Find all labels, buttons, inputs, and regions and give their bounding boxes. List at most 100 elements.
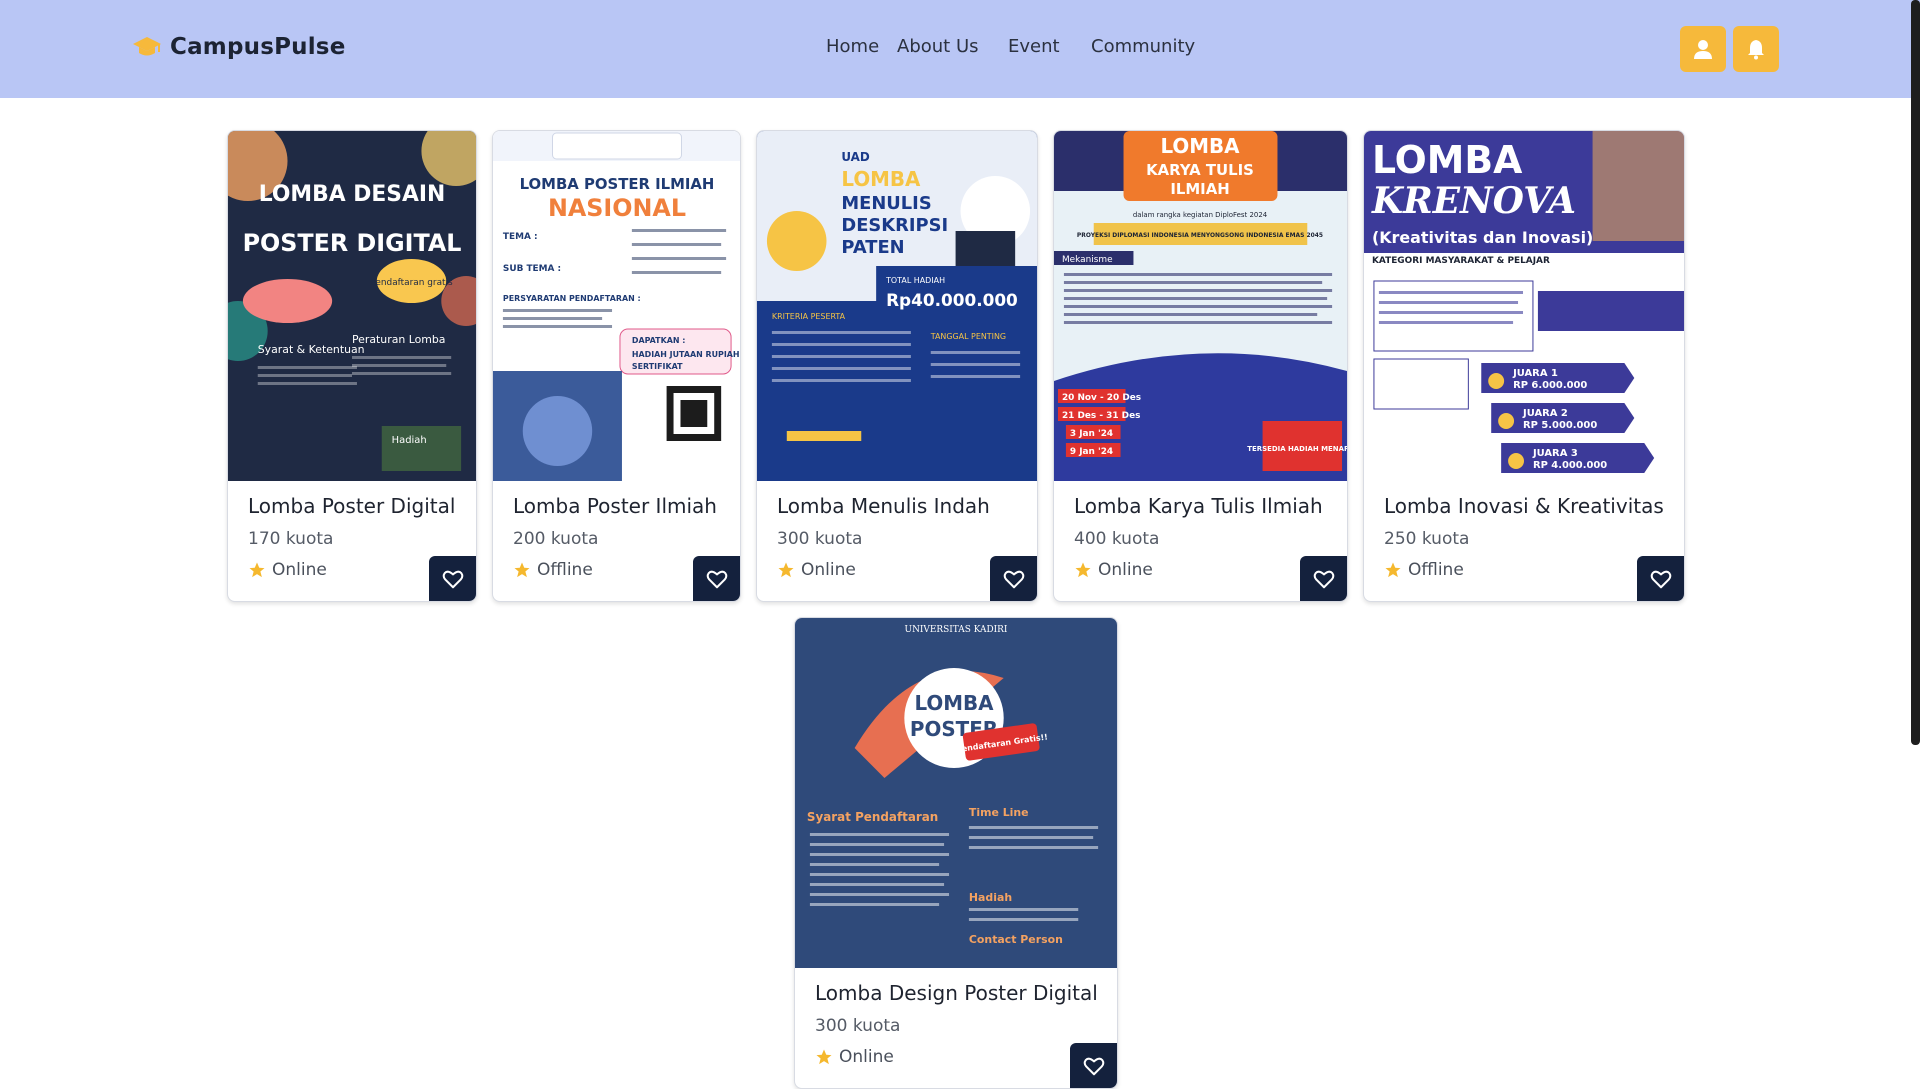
svg-text:RP 6.000.000: RP 6.000.000: [1513, 380, 1587, 391]
heart-icon: [1003, 570, 1025, 589]
card-mode: Online: [777, 560, 856, 580]
favorite-button[interactable]: [1637, 556, 1684, 601]
heart-icon: [706, 570, 728, 589]
svg-text:UAD: UAD: [841, 150, 869, 164]
svg-text:RP 4.000.000: RP 4.000.000: [1533, 460, 1607, 471]
svg-text:Syarat Pendaftaran: Syarat Pendaftaran: [807, 810, 938, 824]
event-card[interactable]: UNIVERSITAS KADIRI LOMBA POSTER Pendafta…: [794, 617, 1118, 1089]
graduation-cap-icon: [133, 37, 161, 56]
event-card[interactable]: LOMBA DESAIN POSTER DIGITAL Pendaftaran …: [227, 130, 477, 602]
svg-text:KRENOVA: KRENOVA: [1371, 180, 1576, 222]
star-icon: [778, 562, 794, 578]
event-card[interactable]: LOMBA POSTER ILMIAH NASIONAL TEMA : SUB …: [492, 130, 741, 602]
heart-icon: [1313, 570, 1335, 589]
svg-text:HADIAH JUTAAN RUPIAH: HADIAH JUTAAN RUPIAH: [632, 350, 740, 359]
svg-text:MENULIS: MENULIS: [841, 193, 931, 214]
event-card[interactable]: LOMBA KARYA TULIS ILMIAH dalam rangka ke…: [1053, 130, 1348, 602]
nav-link-event[interactable]: Event: [1008, 36, 1060, 57]
event-poster: LOMBA DESAIN POSTER DIGITAL Pendaftaran …: [228, 131, 476, 481]
heart-icon: [1083, 1057, 1105, 1076]
svg-text:PROYEKSI DIPLOMASI INDONESIA M: PROYEKSI DIPLOMASI INDONESIA MENYONGSONG…: [1077, 232, 1323, 239]
svg-text:PERSYARATAN PENDAFTARAN :: PERSYARATAN PENDAFTARAN :: [503, 294, 641, 303]
event-poster: LOMBA KARYA TULIS ILMIAH dalam rangka ke…: [1054, 131, 1347, 481]
svg-text:KARYA TULIS: KARYA TULIS: [1146, 161, 1254, 179]
card-quota: 400 kuota: [1074, 529, 1160, 549]
svg-text:RP 5.000.000: RP 5.000.000: [1523, 420, 1597, 431]
svg-text:(Kreativitas dan Inovasi): (Kreativitas dan Inovasi): [1372, 228, 1593, 247]
svg-text:TEMA :: TEMA :: [503, 232, 538, 242]
card-quota: 200 kuota: [513, 529, 599, 549]
nav-link-home[interactable]: Home: [826, 36, 879, 57]
card-title: Lomba Karya Tulis Ilmiah: [1074, 494, 1323, 518]
svg-text:POSTER DIGITAL: POSTER DIGITAL: [243, 229, 462, 257]
svg-text:Time Line: Time Line: [969, 806, 1029, 819]
star-icon: [1385, 562, 1401, 578]
page-scrollbar[interactable]: [1911, 0, 1920, 745]
svg-text:Hadiah: Hadiah: [969, 891, 1012, 904]
event-poster: UNIVERSITAS KADIRI LOMBA POSTER Pendafta…: [795, 618, 1117, 968]
svg-text:Hadiah: Hadiah: [392, 435, 427, 446]
card-mode-label: Online: [272, 560, 327, 580]
event-poster: LOMBA POSTER ILMIAH NASIONAL TEMA : SUB …: [493, 131, 740, 481]
svg-text:ILMIAH: ILMIAH: [1170, 180, 1229, 198]
svg-text:TOTAL HADIAH: TOTAL HADIAH: [885, 276, 945, 285]
card-mode-label: Online: [801, 560, 856, 580]
svg-text:JUARA 2: JUARA 2: [1522, 408, 1568, 419]
card-quota: 300 kuota: [777, 529, 863, 549]
card-quota: 170 kuota: [248, 529, 334, 549]
card-mode-label: Offline: [537, 560, 593, 580]
svg-text:Pendaftaran gratis: Pendaftaran gratis: [370, 278, 453, 288]
favorite-button[interactable]: [1300, 556, 1347, 601]
card-mode: Online: [248, 560, 327, 580]
event-card[interactable]: LOMBA KRENOVA (Kreativitas dan Inovasi) …: [1363, 130, 1685, 602]
favorite-button[interactable]: [1070, 1043, 1117, 1088]
svg-text:Syarat & Ketentuan: Syarat & Ketentuan: [258, 343, 365, 356]
user-icon: [1694, 40, 1712, 59]
card-mode-label: Online: [1098, 560, 1153, 580]
notification-button[interactable]: [1733, 26, 1779, 72]
profile-button[interactable]: [1680, 26, 1726, 72]
favorite-button[interactable]: [693, 556, 740, 601]
card-title: Lomba Menulis Indah: [777, 494, 990, 518]
card-mode-label: Offline: [1408, 560, 1464, 580]
svg-text:Contact Person: Contact Person: [969, 933, 1063, 946]
card-mode: Offline: [1384, 560, 1464, 580]
svg-text:LOMBA: LOMBA: [841, 168, 921, 191]
card-title: Lomba Poster Digital: [248, 494, 456, 518]
svg-text:LOMBA DESAIN: LOMBA DESAIN: [259, 182, 445, 207]
svg-text:KRITERIA PESERTA: KRITERIA PESERTA: [772, 312, 846, 321]
favorite-button[interactable]: [990, 556, 1037, 601]
svg-text:DAPATKAN :: DAPATKAN :: [632, 336, 686, 345]
svg-text:JUARA 1: JUARA 1: [1512, 368, 1558, 379]
svg-text:UNIVERSITAS KADIRI: UNIVERSITAS KADIRI: [905, 625, 1008, 635]
svg-text:KATEGORI MASYARAKAT & PELAJAR: KATEGORI MASYARAKAT & PELAJAR: [1372, 256, 1550, 266]
svg-text:TERSEDIA HADIAH MENARIK: TERSEDIA HADIAH MENARIK: [1247, 445, 1347, 453]
card-quota: 250 kuota: [1384, 529, 1470, 549]
svg-text:Rp40.000.000: Rp40.000.000: [886, 290, 1018, 310]
svg-text:SERTIFIKAT: SERTIFIKAT: [632, 362, 683, 371]
svg-text:LOMBA POSTER ILMIAH: LOMBA POSTER ILMIAH: [520, 175, 715, 193]
svg-text:TANGGAL PENTING: TANGGAL PENTING: [930, 332, 1006, 341]
brand-logo[interactable]: CampusPulse: [132, 34, 346, 60]
star-icon: [249, 562, 265, 578]
nav-link-about-us[interactable]: About Us: [897, 36, 979, 57]
bell-icon: [1748, 40, 1764, 60]
favorite-button[interactable]: [429, 556, 476, 601]
svg-text:LOMBA: LOMBA: [1160, 135, 1240, 158]
navbar: CampusPulse Home About Us Event Communit…: [0, 0, 1920, 98]
svg-text:dalam rangka kegiatan DiploFes: dalam rangka kegiatan DiploFest 2024: [1133, 211, 1268, 219]
event-card[interactable]: UAD LOMBA MENULIS DESKRIPSI PATEN TOTAL …: [756, 130, 1038, 602]
card-mode: Online: [815, 1047, 894, 1067]
star-icon: [1075, 562, 1091, 578]
brand-name: CampusPulse: [170, 34, 346, 60]
svg-text:DESKRIPSI: DESKRIPSI: [841, 215, 948, 236]
svg-text:SUB TEMA :: SUB TEMA :: [503, 264, 561, 274]
svg-text:20 Nov - 20 Des: 20 Nov - 20 Des: [1062, 393, 1141, 403]
event-poster: UAD LOMBA MENULIS DESKRIPSI PATEN TOTAL …: [757, 131, 1037, 481]
event-poster: LOMBA KRENOVA (Kreativitas dan Inovasi) …: [1364, 131, 1684, 481]
card-title: Lomba Poster Ilmiah: [513, 494, 717, 518]
svg-text:Peraturan Lomba: Peraturan Lomba: [352, 333, 445, 346]
card-mode: Offline: [513, 560, 593, 580]
nav-link-community[interactable]: Community: [1091, 36, 1195, 57]
card-title: Lomba Design Poster Digital: [815, 981, 1098, 1005]
